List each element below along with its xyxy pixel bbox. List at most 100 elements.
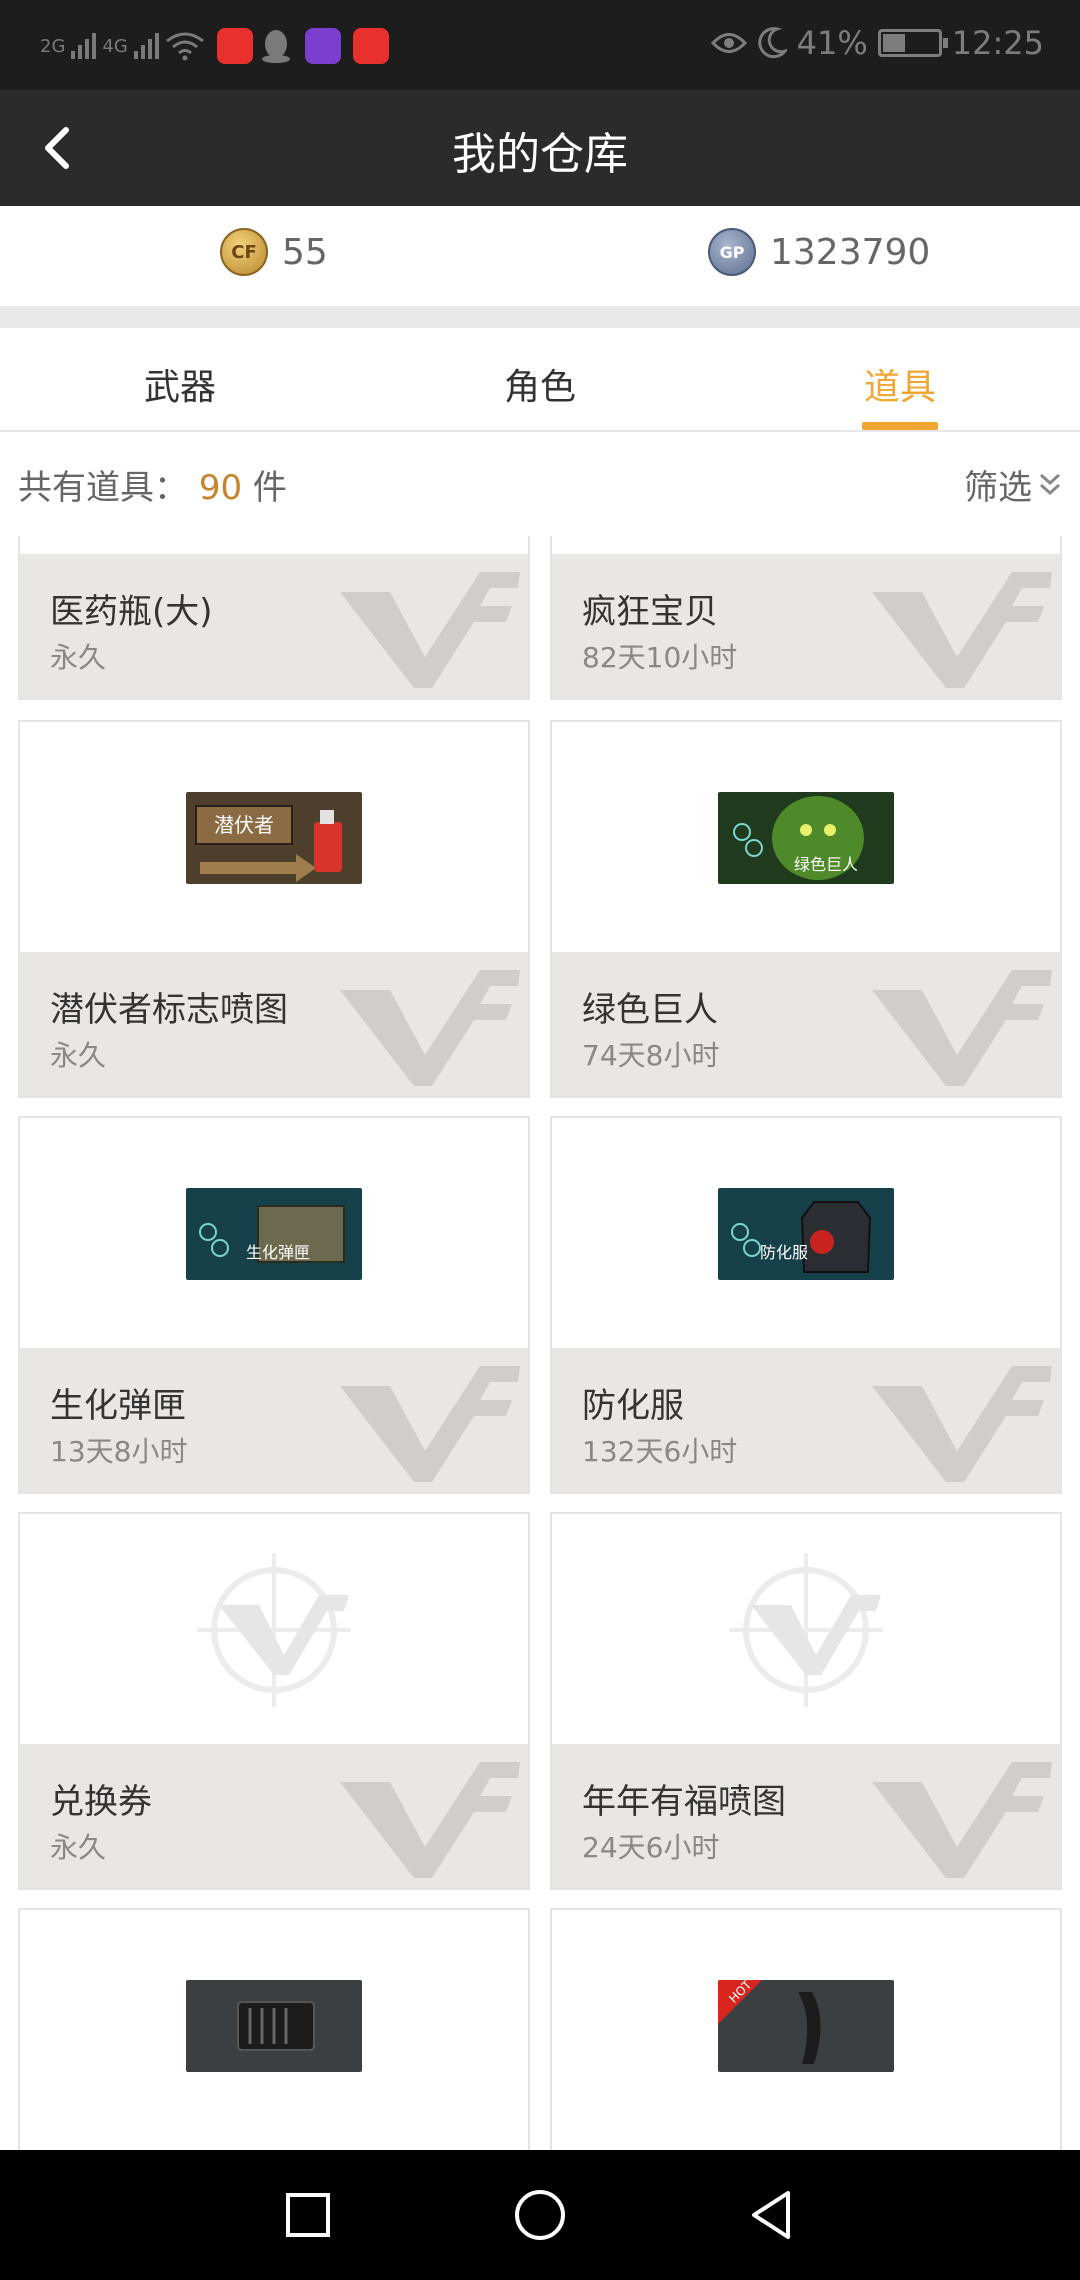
item-duration: 永久 [50, 1039, 107, 1072]
category-tabs: 武器 角色 道具 [0, 328, 1080, 432]
item-name: 疯狂宝贝 [582, 592, 718, 632]
item-card[interactable]: 防化服 防化服 132天6小时 [550, 1116, 1062, 1494]
item-name: 医药瓶(大) [50, 592, 213, 632]
status-bar: 2G 4G 41% 12:25 [0, 0, 1080, 90]
active-tab-indicator [862, 422, 938, 430]
thumb-label: 生化弹匣 [246, 1243, 310, 1262]
currency-bar: CF 55 GP 1323790 [0, 206, 1080, 306]
item-image-area: HOT [552, 1910, 1060, 2142]
cf-watermark-icon [340, 1762, 520, 1878]
system-navigation-bar [0, 2150, 1080, 2280]
item-duration: 13天8小时 [50, 1435, 188, 1468]
cf-points-value: 55 [282, 231, 328, 273]
item-count-prefix: 共有道具： [18, 468, 188, 508]
page-title: 我的仓库 [452, 129, 628, 180]
item-name: 防化服 [582, 1386, 684, 1426]
cf-watermark-icon [340, 572, 520, 688]
item-card[interactable]: HOT [550, 1908, 1062, 2150]
item-card[interactable]: 兑换券 永久 [18, 1512, 530, 1890]
clock: 12:25 [951, 24, 1044, 62]
status-left-icons: 2G 4G [40, 28, 389, 64]
item-image-area: 潜伏者 [20, 722, 528, 954]
item-card[interactable]: 疯狂宝贝 82天10小时 [550, 536, 1062, 700]
item-info: 绿色巨人 74天8小时 [552, 952, 1060, 1096]
green-giant-thumbnail: 绿色巨人 [718, 792, 894, 884]
recent-apps-icon[interactable] [276, 2183, 340, 2247]
tab-characters[interactable]: 角色 [440, 328, 640, 432]
gp-value: 1323790 [770, 231, 931, 273]
signal-icon [71, 33, 97, 59]
network-type-label: 2G [40, 35, 66, 57]
section-divider [0, 306, 1080, 328]
cf-watermark-icon [340, 1366, 520, 1482]
item-card[interactable]: 年年有福喷图 24天6小时 [550, 1512, 1062, 1890]
item-name: 兑换券 [50, 1782, 152, 1822]
item-name: 绿色巨人 [582, 990, 718, 1030]
item-info: 疯狂宝贝 82天10小时 [552, 554, 1060, 698]
magazine-hot-thumbnail: HOT [718, 1980, 894, 2072]
item-info: 兑换券 永久 [20, 1744, 528, 1888]
hazmat-suit-thumbnail: 防化服 [718, 1188, 894, 1280]
back-triangle-icon[interactable] [740, 2183, 804, 2247]
item-card[interactable] [18, 1908, 530, 2150]
item-image-area [20, 1910, 528, 2142]
cf-logo-placeholder-icon [729, 1553, 883, 1707]
item-count: 共有道具： 90 件 [18, 460, 287, 509]
signal-icon [133, 33, 159, 59]
tab-items[interactable]: 道具 [800, 328, 1000, 432]
double-chevron-down-icon [1040, 473, 1060, 495]
magazine-thumbnail [186, 1980, 362, 2072]
item-image-area [20, 1514, 528, 1746]
cf-watermark-icon [872, 572, 1052, 688]
status-right-icons: 41% 12:25 [710, 24, 1044, 62]
item-image-area: 绿色巨人 [552, 722, 1060, 954]
item-image-area [552, 1514, 1060, 1746]
cf-watermark-icon [872, 1762, 1052, 1878]
network-type-label-2: 4G [102, 35, 128, 57]
wifi-icon [165, 32, 204, 61]
thumb-label: 绿色巨人 [794, 855, 858, 874]
item-info: 生化弹匣 13天8小时 [20, 1348, 528, 1492]
cf-coin-icon: CF [220, 228, 268, 276]
gp-coin-icon: GP [708, 228, 756, 276]
item-duration: 132天6小时 [582, 1435, 738, 1468]
qq-icon [261, 30, 290, 63]
cf-watermark-icon [872, 970, 1052, 1086]
item-name: 生化弹匣 [50, 1386, 186, 1426]
item-card[interactable]: 潜伏者 潜伏者标志喷图 永久 [18, 720, 530, 1098]
home-icon[interactable] [508, 2183, 572, 2247]
item-duration: 永久 [50, 641, 107, 674]
battery-percent: 41% [796, 24, 868, 62]
item-info: 年年有福喷图 24天6小时 [552, 1744, 1060, 1888]
item-count-unit: 件 [252, 468, 287, 508]
cf-points-balance: CF 55 [220, 228, 328, 276]
moon-icon [757, 27, 787, 59]
item-count-number: 90 [198, 468, 243, 508]
item-image-area: 防化服 [552, 1118, 1060, 1350]
item-name: 潜伏者标志喷图 [50, 990, 288, 1030]
item-info: 防化服 132天6小时 [552, 1348, 1060, 1492]
item-info: 医药瓶(大) 永久 [20, 554, 528, 698]
item-duration: 74天8小时 [582, 1039, 720, 1072]
app-icon-red2 [352, 28, 389, 64]
item-grid: 医药瓶(大) 永久 疯狂宝贝 82天10小时 潜伏者 潜伏者标志喷图 永久 绿色… [0, 536, 1080, 2150]
title-bar: 我的仓库 [0, 90, 1080, 206]
cf-watermark-icon [872, 1366, 1052, 1482]
gp-balance: GP 1323790 [708, 228, 930, 276]
cf-watermark-icon [340, 970, 520, 1086]
spray-sign-thumbnail: 潜伏者 [186, 792, 362, 884]
thumb-label: 潜伏者 [214, 813, 274, 837]
item-info: 潜伏者标志喷图 永久 [20, 952, 528, 1096]
item-duration: 永久 [50, 1831, 107, 1864]
item-duration: 82天10小时 [582, 641, 738, 674]
tab-weapons[interactable]: 武器 [80, 328, 280, 432]
item-card[interactable]: 生化弹匣 生化弹匣 13天8小时 [18, 1116, 530, 1494]
filter-label: 筛选 [964, 468, 1032, 508]
app-icon-red [216, 28, 253, 64]
item-image-area: 生化弹匣 [20, 1118, 528, 1350]
item-card[interactable]: 医药瓶(大) 永久 [18, 536, 530, 700]
item-card[interactable]: 绿色巨人 绿色巨人 74天8小时 [550, 720, 1062, 1098]
filter-button[interactable]: 筛选 [964, 460, 1062, 509]
thumb-label: 防化服 [760, 1243, 808, 1262]
cf-logo-placeholder-icon [197, 1553, 351, 1707]
